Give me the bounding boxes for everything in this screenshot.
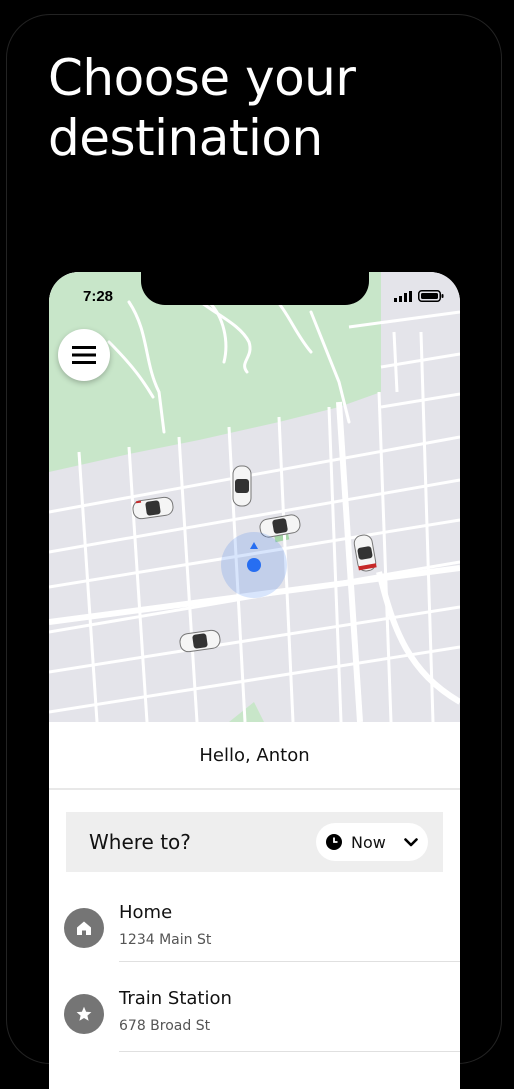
place-icon-circle bbox=[64, 908, 104, 948]
saved-place-name: Home bbox=[119, 902, 173, 923]
saved-place-address: 678 Broad St bbox=[119, 1018, 211, 1034]
saved-place-train-station[interactable]: Train Station 678 Broad St bbox=[49, 970, 460, 1058]
where-to-label: Where to? bbox=[89, 830, 191, 854]
home-icon bbox=[77, 921, 91, 935]
clock-icon bbox=[326, 834, 342, 850]
schedule-time-label: Now bbox=[351, 832, 386, 852]
battery-icon bbox=[418, 290, 444, 302]
hamburger-icon bbox=[72, 346, 96, 364]
menu-button[interactable] bbox=[58, 329, 110, 381]
greeting: Hello, Anton bbox=[49, 722, 460, 790]
headline-line-2: destination bbox=[48, 109, 323, 167]
place-icon-circle bbox=[64, 994, 104, 1034]
notch bbox=[141, 272, 369, 305]
car-marker bbox=[232, 465, 252, 507]
saved-place-name: Train Station bbox=[119, 988, 232, 1009]
phone-screen: 7:28 Hello, Anton Where to? Now Home 123… bbox=[49, 272, 460, 1089]
schedule-time-dropdown[interactable]: Now bbox=[316, 823, 428, 861]
divider bbox=[119, 1051, 460, 1052]
headline: Choose your destination bbox=[48, 48, 356, 168]
current-location-marker bbox=[221, 532, 287, 598]
divider bbox=[119, 961, 460, 962]
chevron-down-icon bbox=[404, 837, 418, 846]
saved-place-address: 1234 Main St bbox=[119, 932, 212, 948]
saved-place-home[interactable]: Home 1234 Main St bbox=[49, 884, 460, 972]
where-to-search[interactable]: Where to? Now bbox=[66, 812, 443, 872]
star-icon bbox=[76, 1006, 92, 1021]
status-time: 7:28 bbox=[83, 288, 114, 305]
status-icons bbox=[394, 290, 444, 302]
headline-line-1: Choose your bbox=[48, 49, 356, 107]
signal-icon bbox=[394, 291, 412, 302]
map[interactable] bbox=[49, 272, 460, 722]
